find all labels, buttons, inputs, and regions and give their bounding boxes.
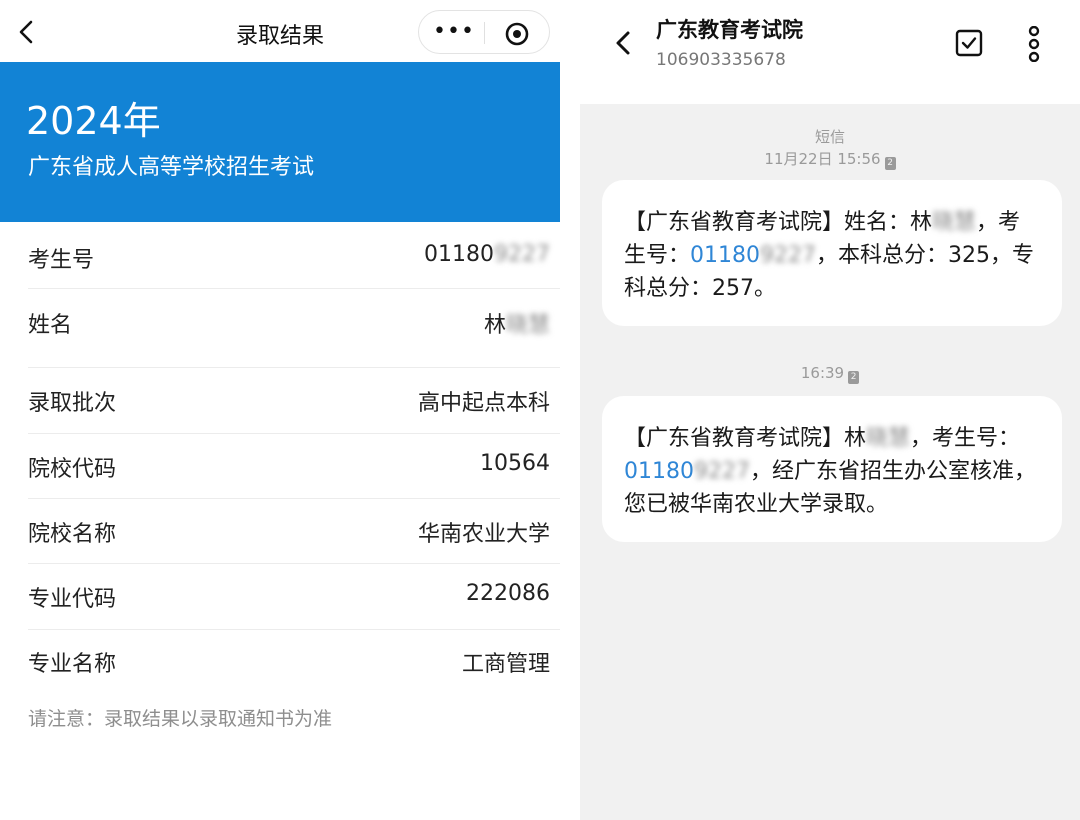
masked-text: 晓慧 — [932, 210, 977, 235]
masked-text: 晓慧 — [505, 313, 550, 338]
sim-card-icon: 2 — [848, 371, 860, 384]
navigation-bar: 录取结果 ••• — [0, 0, 560, 62]
row-divider — [28, 288, 560, 289]
row-value: 工商管理 — [461, 652, 550, 677]
miniapp-capsule: ••• — [418, 10, 550, 54]
row-label: 院校代码 — [28, 457, 117, 482]
message-bubble[interactable]: 【广东省教育考试院】姓名：林晓慧，考生号：011809227，本科总分：325，… — [602, 180, 1062, 326]
row-school-name: 院校名称 华南农业大学 — [28, 516, 550, 547]
message-timestamp: 11月22日 15:56 2 — [580, 148, 1080, 170]
panel-gap — [560, 0, 580, 820]
admission-result-page: 录取结果 ••• 2024年 广东省成人高等学校招生考试 考生号 0118092… — [0, 0, 560, 820]
exam-banner: 2024年 广东省成人高等学校招生考试 — [0, 62, 560, 222]
banner-year: 2024年 — [26, 99, 161, 143]
row-divider — [28, 367, 560, 368]
row-value: 高中起点本科 — [417, 391, 550, 416]
row-value: 华南农业大学 — [417, 522, 550, 547]
sim-card-icon: 2 — [884, 157, 896, 170]
row-exam-number: 考生号 011809227 — [28, 242, 550, 273]
row-label: 姓名 — [28, 313, 73, 338]
row-divider — [28, 433, 560, 434]
masked-text: 9227 — [760, 243, 817, 268]
row-school-code: 院校代码 10564 — [28, 451, 550, 482]
row-label: 专业名称 — [28, 652, 117, 677]
message-bubble[interactable]: 【广东省教育考试院】林晓慧，考生号：011809227，经广东省招生办公室核准，… — [602, 396, 1062, 542]
row-value: 011809227 — [424, 242, 550, 267]
row-value: 10564 — [480, 451, 550, 476]
row-value: 222086 — [466, 581, 550, 606]
notice-text: 请注意：录取结果以录取通知书为准 — [28, 708, 333, 730]
banner-subtitle: 广东省成人高等学校招生考试 — [28, 155, 315, 180]
channel-label: 短信 — [814, 128, 845, 146]
screenshot-root: 录取结果 ••• 2024年 广东省成人高等学校招生考试 考生号 0118092… — [0, 0, 1080, 820]
row-label: 专业代码 — [28, 587, 117, 612]
message-timestamp: 16:39 2 — [580, 364, 1080, 384]
exam-number-link[interactable]: 011809227 — [624, 459, 750, 484]
sms-conversation: 广东教育考试院 106903335678 短信 11月22日 15:56 2 【广… — [580, 0, 1080, 820]
sender-number: 106903335678 — [656, 50, 786, 70]
capsule-divider — [484, 22, 485, 44]
row-divider — [28, 629, 560, 630]
row-label: 录取批次 — [28, 391, 117, 416]
row-label: 考生号 — [28, 248, 95, 273]
back-arrow-icon[interactable] — [610, 28, 636, 58]
close-miniapp-icon[interactable] — [503, 20, 531, 48]
select-checkbox-icon[interactable] — [954, 28, 984, 58]
more-vertical-icon[interactable] — [1024, 26, 1044, 62]
row-divider — [28, 563, 560, 564]
sender-name: 广东教育考试院 — [656, 18, 803, 42]
row-name: 姓名 林晓慧 — [28, 307, 550, 338]
more-dots-icon[interactable]: ••• — [433, 19, 474, 47]
row-admission-batch: 录取批次 高中起点本科 — [28, 385, 550, 416]
row-divider — [28, 498, 560, 499]
masked-text: 晓慧 — [866, 426, 911, 451]
row-major-code: 专业代码 222086 — [28, 581, 550, 612]
sms-header: 广东教育考试院 106903335678 — [580, 0, 1080, 104]
exam-number-link[interactable]: 011809227 — [690, 243, 816, 268]
masked-text: 9227 — [694, 459, 750, 484]
row-label: 院校名称 — [28, 522, 117, 547]
row-value: 林晓慧 — [483, 313, 550, 338]
row-major-name: 专业名称 工商管理 — [28, 646, 550, 677]
masked-text: 9227 — [494, 242, 550, 267]
